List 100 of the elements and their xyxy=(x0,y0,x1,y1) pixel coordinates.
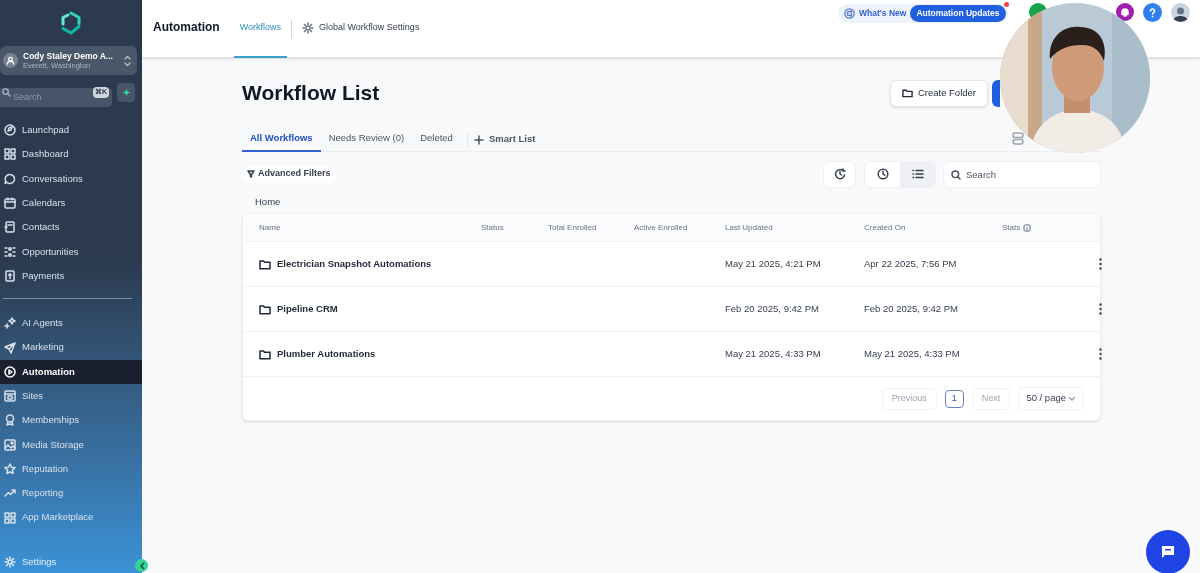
sidebar-item[interactable]: Payments xyxy=(0,263,142,289)
sidebar-item[interactable]: Calendars xyxy=(0,190,142,216)
table-cell-text: May 21 2025, 4:33 PM xyxy=(864,346,961,361)
smart-list-button[interactable]: Smart List xyxy=(473,132,536,147)
advanced-filters-button[interactable]: Advanced Filters xyxy=(242,165,336,183)
search-field[interactable]: Search xyxy=(943,160,1101,188)
toggle-icon xyxy=(1012,132,1024,145)
play-circle-icon xyxy=(4,365,16,378)
sidebar-item[interactable]: AI Agents xyxy=(0,311,142,336)
page-size-select[interactable]: 50 / page xyxy=(1018,386,1083,411)
sidebar-item[interactable]: Contacts xyxy=(0,215,142,240)
plus-icon xyxy=(473,134,484,145)
more-vertical-icon xyxy=(1098,258,1102,270)
filter-icon xyxy=(247,170,255,178)
whats-new-pill[interactable]: What's New Automation Updates xyxy=(838,4,1008,23)
chat-icon xyxy=(1160,544,1176,560)
settings-icon xyxy=(302,22,314,34)
table-cell-text: Feb 20 2025, 9:42 PM xyxy=(725,301,820,316)
sidebar-item[interactable]: Automation xyxy=(0,359,142,384)
table-cell-text: May 21 2025, 4:33 PM xyxy=(725,346,822,361)
grid-icon xyxy=(4,511,16,524)
sidebar-item[interactable]: Sites xyxy=(0,383,142,409)
table-cell-text: Feb 20 2025, 9:42 PM xyxy=(864,301,959,316)
sidebar-item[interactable]: Reporting xyxy=(0,481,142,506)
person-silhouette-icon xyxy=(1173,6,1188,22)
chat-button[interactable] xyxy=(1146,530,1190,573)
section-title: Automation xyxy=(153,18,220,36)
folder-icon xyxy=(259,348,271,360)
sidebar-item[interactable]: Launchpad xyxy=(0,118,142,143)
star-icon xyxy=(4,463,16,475)
folder-icon xyxy=(259,303,271,315)
column-header: Status xyxy=(481,221,504,234)
logo-icon xyxy=(60,11,82,35)
sparkle-icon xyxy=(4,317,16,330)
chat-icon xyxy=(4,172,16,185)
sidebar-item[interactable]: Media Storage xyxy=(0,432,142,457)
folder-icon xyxy=(259,258,271,270)
column-header: Name xyxy=(259,221,281,234)
list-tab[interactable]: Needs Review (0) xyxy=(320,127,413,152)
sidebar-item[interactable]: Opportunities xyxy=(0,239,142,264)
dashboard-icon xyxy=(4,148,16,161)
more-vertical-icon xyxy=(1098,348,1102,360)
more-vertical-icon xyxy=(1098,303,1102,315)
clock-icon xyxy=(876,168,889,180)
primary-button[interactable] xyxy=(992,79,1000,107)
info-icon xyxy=(1023,223,1032,232)
sparkle-icon xyxy=(121,88,131,97)
history-icon xyxy=(833,168,846,180)
calendar-icon xyxy=(4,197,16,210)
contact-card-icon xyxy=(4,221,16,234)
help-button[interactable] xyxy=(1143,3,1162,22)
table-cell-text: May 21 2025, 4:21 PM xyxy=(725,256,822,271)
chevron-left-icon xyxy=(138,561,145,570)
settings-icon xyxy=(4,556,16,568)
search-icon xyxy=(951,169,961,180)
quick-action-button[interactable] xyxy=(117,83,135,102)
account-name: Cody Staley Demo A... xyxy=(23,50,114,61)
page-title: Workflow List xyxy=(242,80,380,107)
sidebar-item[interactable]: Dashboard xyxy=(0,142,142,167)
breadcrumb: Home xyxy=(255,195,282,209)
column-header: Stats xyxy=(1002,221,1021,234)
trend-icon xyxy=(4,487,16,500)
search-icon xyxy=(2,88,11,97)
opportunities-icon xyxy=(4,245,16,258)
list-tab[interactable]: All Workflows xyxy=(242,127,321,152)
sidebar-item[interactable]: Marketing xyxy=(0,335,142,360)
workflow-name[interactable]: Plumber Automations xyxy=(277,346,376,362)
table-cell-text: Apr 22 2025, 7:56 PM xyxy=(864,256,958,271)
create-folder-button[interactable]: Create Folder xyxy=(889,79,988,107)
sidebar-item[interactable]: Reputation xyxy=(0,456,142,482)
image-icon xyxy=(4,438,16,451)
column-header: Created On xyxy=(864,221,906,234)
chevron-down-icon xyxy=(1069,396,1075,401)
question-icon xyxy=(1148,7,1157,18)
payment-icon xyxy=(4,269,16,282)
whats-new-label: What's New xyxy=(859,7,907,20)
user-icon xyxy=(6,56,15,65)
header-tab[interactable]: Global Workflow Settings xyxy=(296,0,426,58)
column-header: Last Updated xyxy=(725,221,773,234)
bell-icon xyxy=(1120,7,1130,17)
column-header: Total Enrolled xyxy=(548,221,597,234)
list-icon xyxy=(911,168,924,180)
workflow-name[interactable]: Pipeline CRM xyxy=(277,301,338,317)
workflow-name[interactable]: Electrician Snapshot Automations xyxy=(277,256,432,272)
chevron-updown-icon xyxy=(124,54,131,67)
user-avatar[interactable] xyxy=(1171,3,1190,22)
badge-icon xyxy=(4,414,16,427)
view-toggle[interactable] xyxy=(900,161,935,187)
sidebar-item[interactable]: Memberships xyxy=(0,408,142,433)
header-tab[interactable]: Workflows xyxy=(233,0,287,58)
folder-icon xyxy=(901,88,913,98)
list-tab[interactable]: Deleted xyxy=(412,127,461,152)
page-number[interactable]: 1 xyxy=(944,389,964,408)
history-button[interactable] xyxy=(823,160,856,188)
browser-icon xyxy=(4,390,16,403)
send-icon xyxy=(4,341,16,354)
updates-badge[interactable]: Automation Updates xyxy=(910,5,1006,22)
sidebar-item[interactable]: Conversations xyxy=(0,166,142,191)
notifications-button[interactable] xyxy=(1116,3,1134,21)
column-header: Active Enrolled xyxy=(634,221,688,234)
